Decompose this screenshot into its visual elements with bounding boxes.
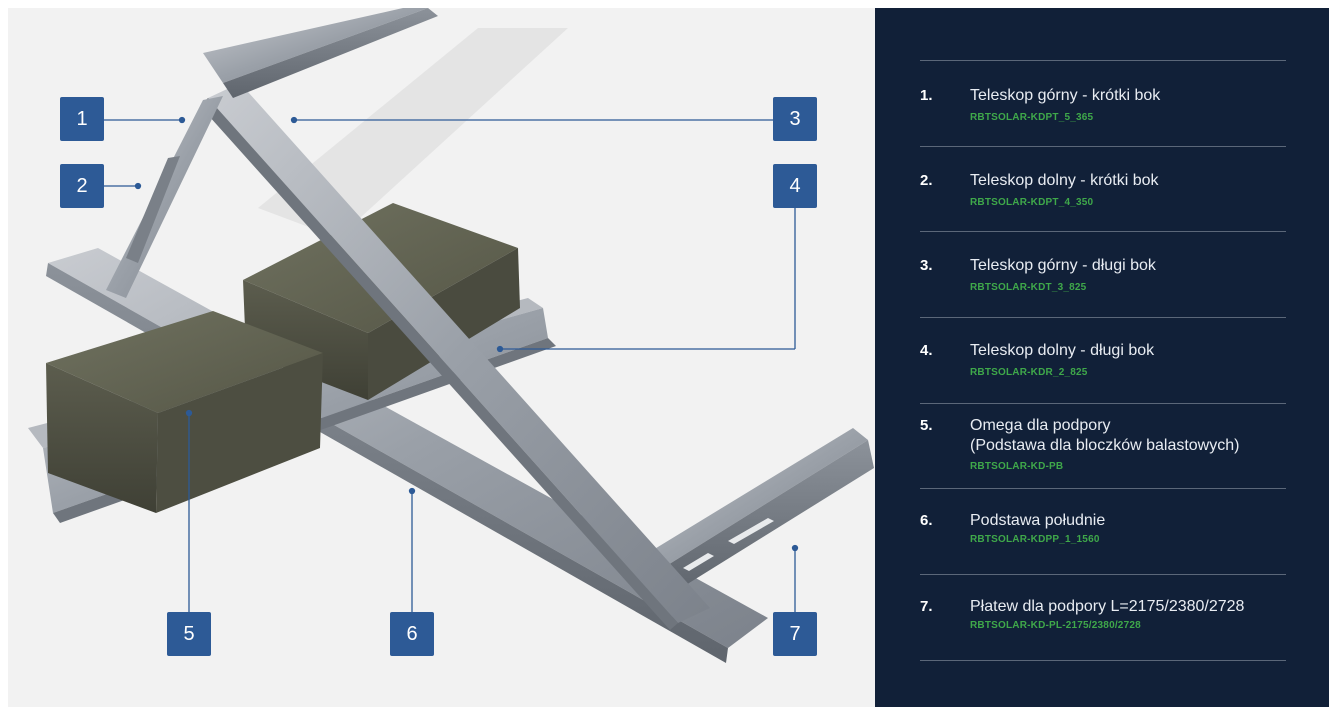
part-title: Teleskop górny - długi bok [970,257,1156,274]
part-number: 7. [920,598,933,615]
part-number: 2. [920,172,933,189]
part-title: Teleskop dolny - krótki bok [970,172,1159,189]
callout-4: 4 [773,164,817,208]
callout-5: 5 [167,612,211,656]
part-code: RBTSOLAR-KDR_2_825 [970,367,1088,378]
diagram-illustration: 1 2 3 4 5 6 7 [8,8,875,707]
part-title: Płatew dla podpory L=2175/2380/2728 [970,598,1245,615]
divider [920,60,1286,61]
part-code: RBTSOLAR-KDT_3_825 [970,282,1087,293]
callout-1: 1 [60,97,104,141]
part-code: RBTSOLAR-KD-PB [970,461,1064,472]
divider [920,574,1286,575]
part-code: RBTSOLAR-KDPT_4_350 [970,197,1094,208]
part-number: 3. [920,257,933,274]
parts-legend-panel: 1. Teleskop górny - krótki bok RBTSOLAR-… [875,8,1329,707]
callout-7: 7 [773,612,817,656]
callout-3: 3 [773,97,817,141]
divider [920,403,1286,404]
callout-2: 2 [60,164,104,208]
part-number: 1. [920,87,933,104]
divider [920,317,1286,318]
part-code: RBTSOLAR-KD-PL-2175/2380/2728 [970,620,1141,631]
callout-6: 6 [390,612,434,656]
divider [920,146,1286,147]
part-title: Teleskop dolny - długi bok [970,342,1155,359]
part-code: RBTSOLAR-KDPP_1_1560 [970,534,1100,545]
part-code: RBTSOLAR-KDPT_5_365 [970,112,1094,123]
part-title: Teleskop górny - krótki bok [970,87,1161,104]
divider [920,660,1286,661]
divider [920,488,1286,489]
leader-lines [104,116,799,612]
divider [920,231,1286,232]
part-title: Podstawa południe [970,512,1106,529]
part-number: 4. [920,342,933,359]
part-title: Omega dla podpory (Podstawa dla bloczków… [970,417,1240,454]
part-number: 6. [920,512,933,529]
part-number: 5. [920,417,933,434]
